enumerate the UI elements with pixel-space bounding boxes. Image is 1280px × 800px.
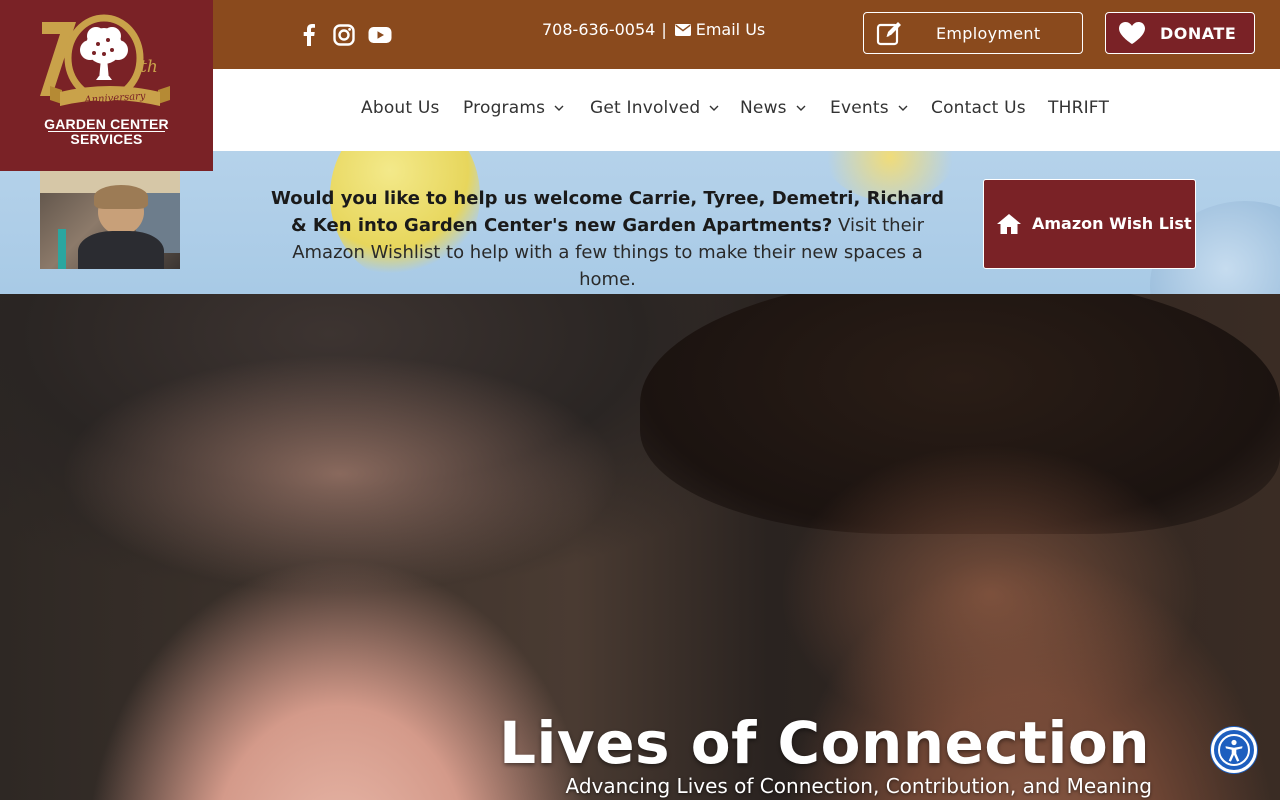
hero-photo-detail <box>780 444 1200 744</box>
nav-item-programs[interactable]: Programs <box>463 98 564 118</box>
nav-item-label: News <box>740 98 787 118</box>
hero-photo-detail <box>60 354 620 594</box>
announcement-banner: Would you like to help us welcome Carrie… <box>0 151 1280 294</box>
phone-link[interactable]: 708-636-0054 <box>542 20 655 39</box>
nav-item-label: Contact Us <box>931 98 1026 118</box>
nav-item-label: Events <box>830 98 889 118</box>
nav-item-events[interactable]: Events <box>830 98 908 118</box>
email-label: Email Us <box>695 20 766 39</box>
nav-item-about-us[interactable]: About Us <box>361 98 440 118</box>
chevron-down-icon <box>554 105 564 111</box>
instagram-icon[interactable] <box>331 22 357 48</box>
heart-icon <box>1119 22 1145 44</box>
email-link[interactable]: Email Us <box>674 20 766 39</box>
amazon-wish-list-button[interactable]: Amazon Wish List <box>983 179 1196 269</box>
edit-icon <box>876 22 901 46</box>
nav-item-label: Programs <box>463 98 546 118</box>
employment-label: Employment <box>936 24 1041 43</box>
nav-item-label: Get Involved <box>590 98 701 118</box>
resident-photo <box>40 171 180 269</box>
chevron-down-icon <box>796 105 806 111</box>
donate-button[interactable]: DONATE <box>1105 12 1255 54</box>
hero-section: Lives of Connection Advancing Lives of C… <box>0 294 1280 800</box>
svg-text:th: th <box>140 57 158 77</box>
contact-info: 708-636-0054 | Email Us <box>542 20 765 39</box>
announcement-text: Would you like to help us welcome Carrie… <box>270 185 945 293</box>
nav-item-get-involved[interactable]: Get Involved <box>590 98 719 118</box>
main-navigation: About Us Programs Get Involved News Even… <box>213 69 1280 151</box>
nav-item-contact-us[interactable]: Contact Us <box>931 98 1026 118</box>
nav-item-label: About Us <box>361 98 440 118</box>
nav-item-thrift[interactable]: THRIFT <box>1048 98 1109 118</box>
donate-label: DONATE <box>1160 24 1237 43</box>
nav-item-label: THRIFT <box>1048 98 1110 118</box>
accessibility-icon[interactable] <box>1211 727 1257 773</box>
org-name-line1: GARDEN CENTER <box>44 116 169 132</box>
org-name-line2: SERVICES <box>70 131 143 147</box>
hero-title: Lives of Connection <box>499 709 1150 777</box>
envelope-icon <box>674 23 691 36</box>
chevron-down-icon <box>709 105 719 111</box>
home-icon <box>997 214 1021 234</box>
hero-subtitle: Advancing Lives of Connection, Contribut… <box>565 774 1152 798</box>
facebook-icon[interactable] <box>296 22 322 48</box>
youtube-icon[interactable] <box>367 22 393 48</box>
contact-separator: | <box>661 20 667 39</box>
chevron-down-icon <box>898 105 908 111</box>
nav-item-news[interactable]: News <box>740 98 806 118</box>
site-logo[interactable]: th Anniversary GARDEN CENTER SERVICES <box>0 0 213 171</box>
wish-list-label: Amazon Wish List <box>1032 214 1192 233</box>
employment-button[interactable]: Employment <box>863 12 1083 54</box>
